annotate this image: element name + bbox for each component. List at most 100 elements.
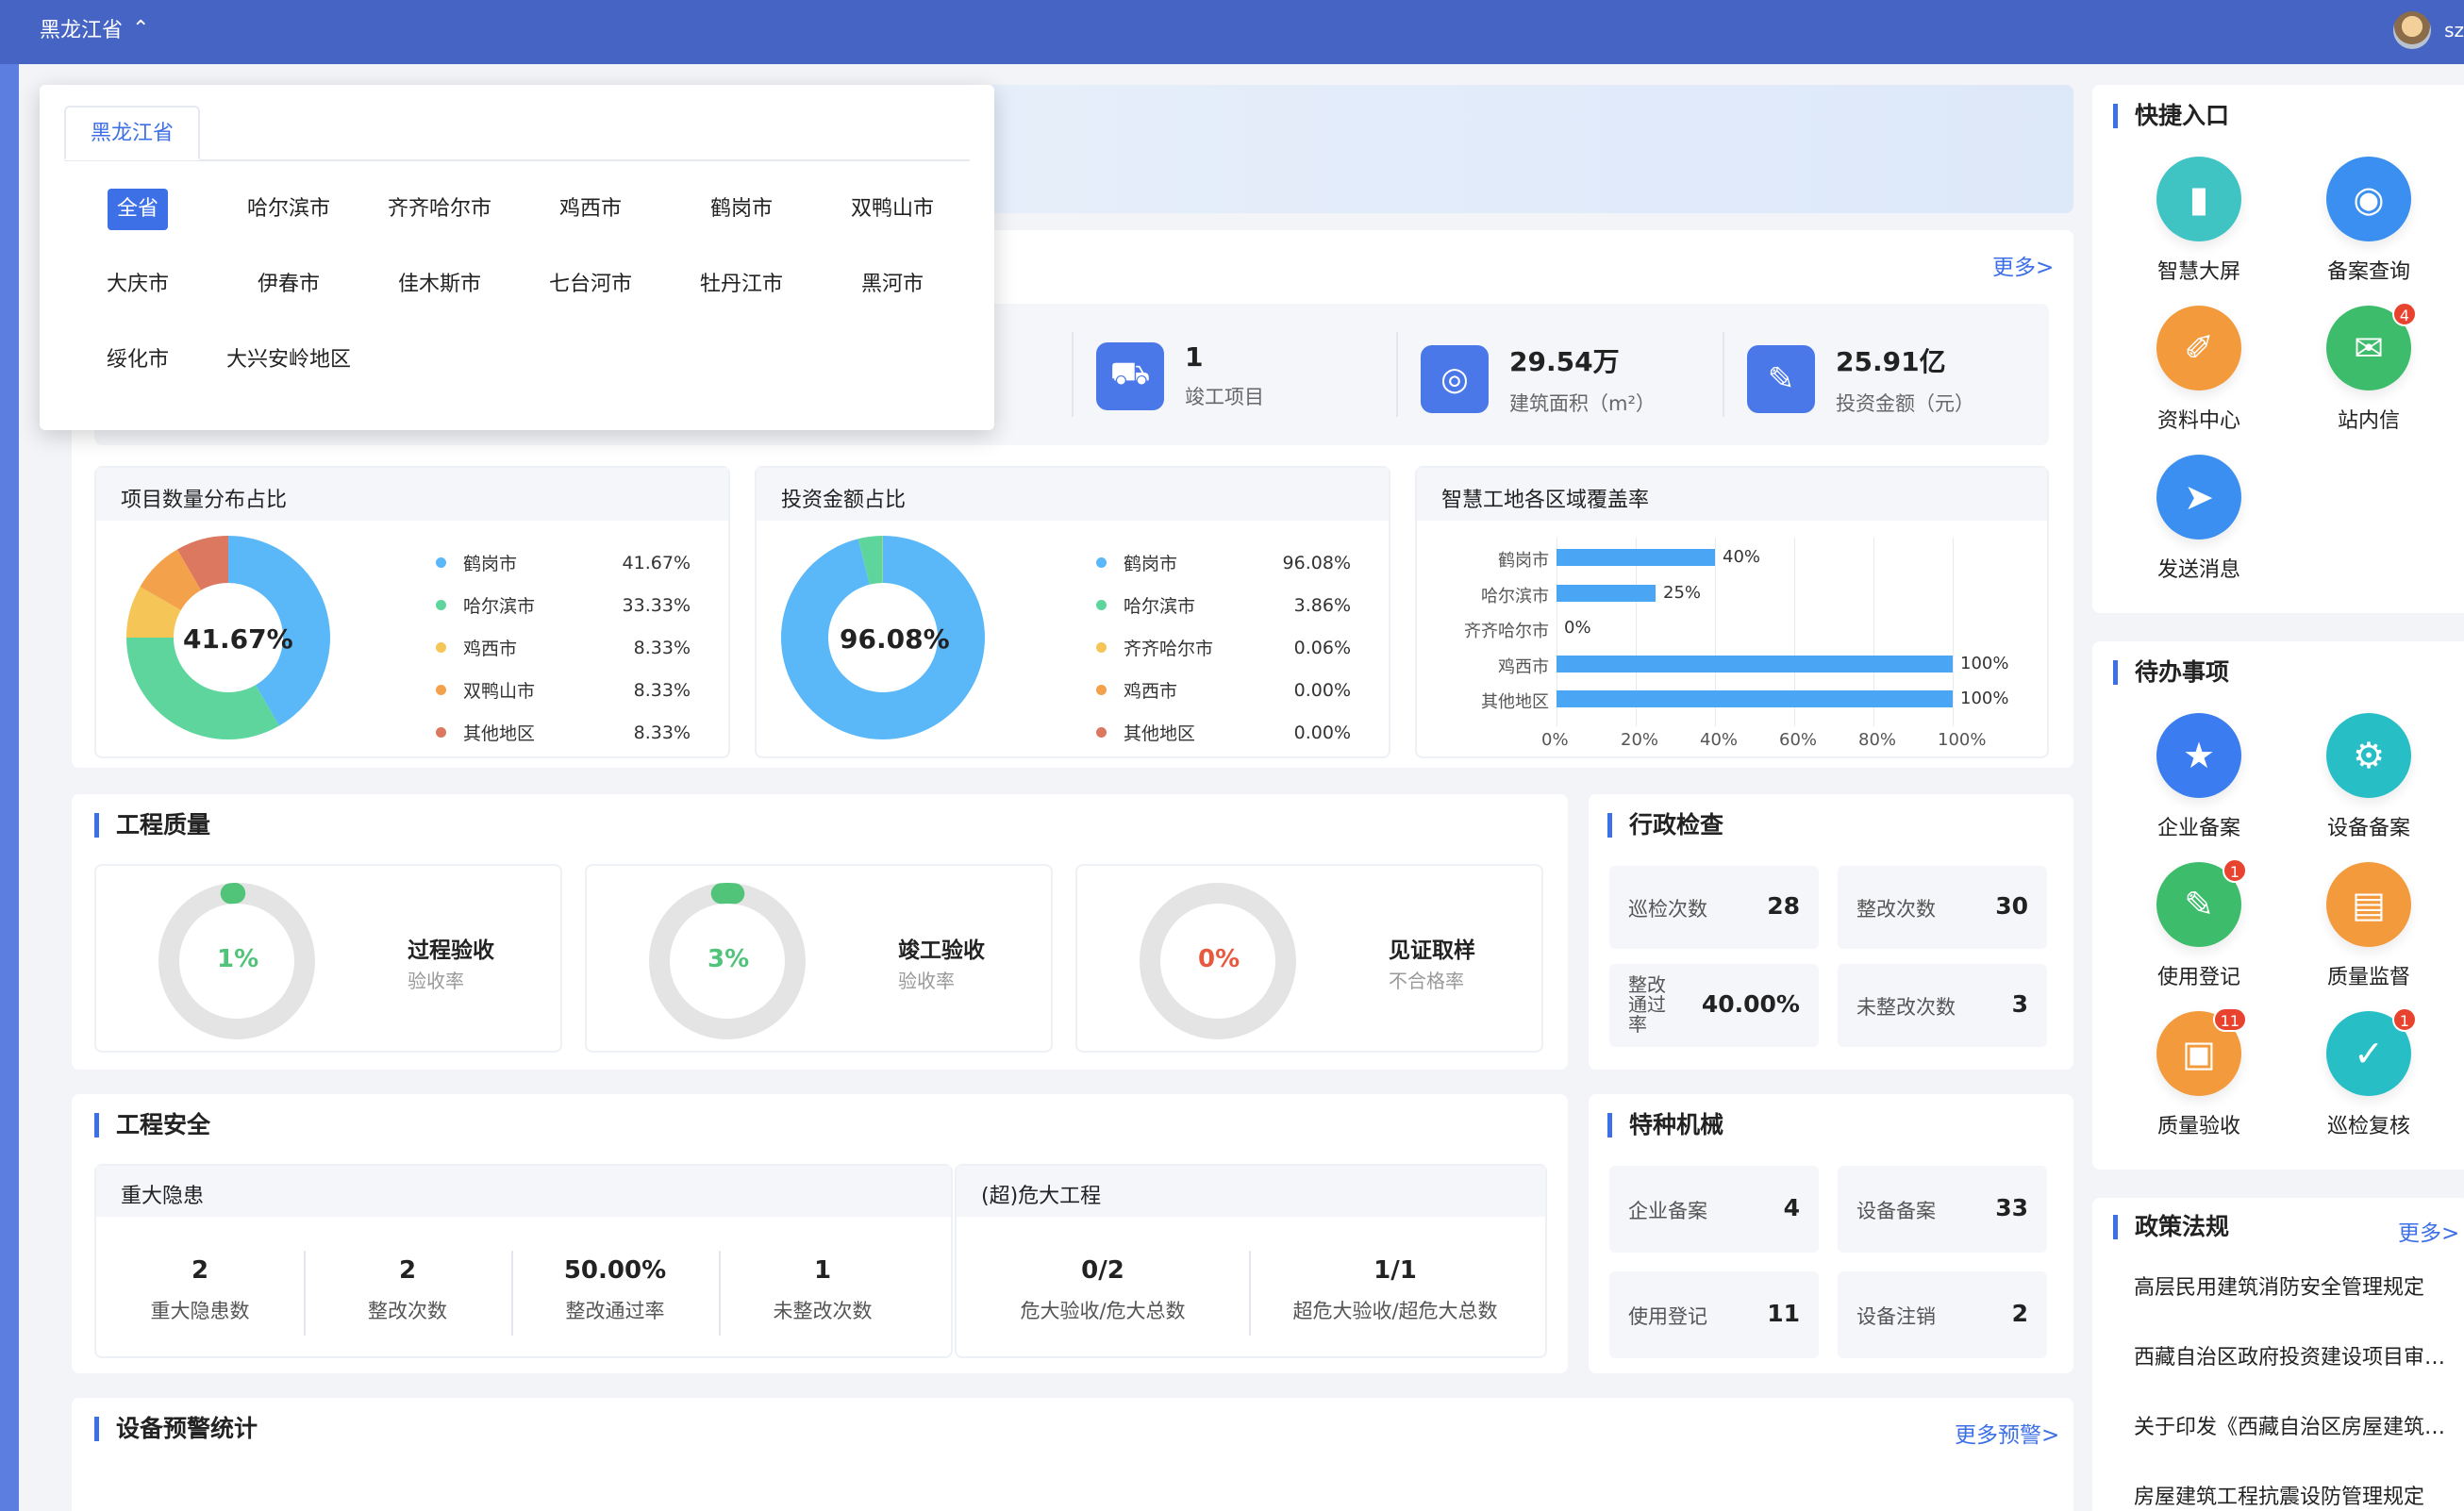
- gauge-value: 0%: [1198, 945, 1240, 973]
- x-tick-label: 20%: [1621, 729, 1659, 750]
- city-option[interactable]: 齐齐哈尔市: [374, 189, 506, 230]
- y-category-label: 齐齐哈尔市: [1464, 622, 1549, 641]
- city-option[interactable]: 绥化市: [72, 340, 204, 381]
- cell-label: 整改通过率: [1628, 973, 1666, 1036]
- coverage-bar[interactable]: [1557, 690, 1953, 707]
- policy-item[interactable]: 高层民用建筑消防安全管理规定: [2134, 1270, 2455, 1301]
- cell-label: 设备备案: [1856, 1200, 1936, 1222]
- kpi: 0/2 危大验收/危大总数: [957, 1256, 1249, 1324]
- project-legend: 鹤岗市 41.67% 哈尔滨市 33.33% 鸡西市 8.33% 双鸭山市 8.33% 其他地区…: [436, 541, 691, 754]
- city-option[interactable]: 鹤岗市: [675, 189, 807, 230]
- city-option[interactable]: 牡丹江市: [675, 264, 807, 306]
- legend-label: 鸡西市: [463, 639, 518, 659]
- machinery-card: 特种机械 企业备案 4 设备备案 33 使用登记 11 设备注销 2: [1589, 1094, 2073, 1373]
- legend-label: 其他地区: [463, 723, 536, 744]
- shortcut-stamp[interactable]: ▣ 11 质量验收: [2128, 1007, 2270, 1139]
- legend-dot: [1096, 727, 1107, 738]
- province-selector[interactable]: 黑龙江省 ⌃: [40, 13, 149, 43]
- legend-item[interactable]: 鹤岗市 41.67%: [436, 541, 691, 584]
- safety-card: 工程安全 重大隐患 2 重大隐患数 2 整改次数 50.00% 整改通过率 1 未整改次…: [72, 1094, 1568, 1373]
- machinery-cell[interactable]: 企业备案 4: [1609, 1166, 1819, 1253]
- legend-item[interactable]: 其他地区 0.00%: [1096, 711, 1351, 754]
- gauge-title: 过程验收: [408, 938, 494, 963]
- quality-gauge-card[interactable]: 3% 竣工验收 验收率: [585, 864, 1053, 1053]
- overview-more-link[interactable]: 更多>: [1992, 249, 2054, 281]
- legend-item[interactable]: 哈尔滨市 3.86%: [1096, 584, 1351, 626]
- coverage-bar[interactable]: [1557, 655, 1953, 672]
- stat-label: 建筑面积（m²）: [1509, 392, 1656, 415]
- province-dropdown: 黑龙江省 全省 哈尔滨市 齐齐哈尔市 鸡西市 鹤岗市 双鸭山市大庆市 伊春市 佳木斯市 七台河市…: [40, 85, 994, 430]
- shortcut-label: 备案查询: [2326, 260, 2410, 284]
- shortcut-dashboard[interactable]: ▮ 智慧大屏: [2128, 157, 2270, 285]
- policy-item[interactable]: 房屋建筑工程抗震设防管理规定: [2134, 1480, 2455, 1510]
- policy-item[interactable]: 关于印发《西藏自治区房屋建筑…: [2134, 1410, 2455, 1440]
- legend-item[interactable]: 哈尔滨市 33.33%: [436, 584, 691, 626]
- shortcut-search-record[interactable]: ◉ 备案查询: [2298, 157, 2439, 285]
- stamp-icon: ▣ 11: [2156, 1007, 2247, 1096]
- quality-gauge-card[interactable]: 1% 过程验收 验收率: [94, 864, 562, 1053]
- shortcut-gear[interactable]: ⚙ 设备备案: [2298, 713, 2439, 841]
- legend-dot: [436, 727, 446, 738]
- legend-dot: [1096, 557, 1107, 568]
- donut-center-label: 41.67%: [183, 623, 293, 655]
- city-option[interactable]: 哈尔滨市: [223, 189, 355, 230]
- kpi-label: 危大验收/危大总数: [1020, 1300, 1186, 1322]
- avatar[interactable]: [2393, 11, 2432, 49]
- notification-badge: 11: [2212, 1007, 2247, 1032]
- left-sidebar-strip: [0, 64, 19, 1511]
- shortcut-edit[interactable]: ✎ 1 使用登记: [2128, 858, 2270, 990]
- legend-item[interactable]: 鹤岗市 96.08%: [1096, 541, 1351, 584]
- machinery-cell[interactable]: 设备注销 2: [1838, 1271, 2047, 1358]
- cell-label: 设备注销: [1856, 1305, 1936, 1328]
- coverage-bar[interactable]: [1557, 584, 1656, 602]
- quality-gauge-card[interactable]: 0% 见证取样 不合格率: [1075, 864, 1543, 1053]
- kpi-label: 未整改次数: [773, 1300, 873, 1322]
- city-option[interactable]: 佳木斯市: [374, 264, 506, 306]
- legend-item[interactable]: 双鸭山市 8.33%: [436, 669, 691, 711]
- kpi-label: 整改次数: [368, 1300, 447, 1322]
- shortcut-paperclip[interactable]: ✐ 资料中心: [2128, 306, 2270, 434]
- shortcut-clipboard[interactable]: ✓ 1 巡检复核: [2298, 1007, 2439, 1139]
- tab-province[interactable]: 黑龙江省: [64, 106, 200, 160]
- device-warning-card: 设备预警统计 更多预警>: [72, 1398, 2073, 1511]
- policy-more-link[interactable]: 更多>: [2398, 1215, 2459, 1247]
- city-option[interactable]: 大庆市: [72, 264, 204, 306]
- kpi: 1/1 超危大验收/超危大总数: [1249, 1256, 1541, 1324]
- clipboard-icon: ✓ 1: [2326, 1007, 2417, 1096]
- machinery-cell[interactable]: 使用登记 11: [1609, 1271, 1819, 1358]
- critical-project-panel: (超)危大工程 0/2 危大验收/危大总数 1/1 超危大验收/超危大总数: [955, 1164, 1547, 1358]
- city-option[interactable]: 双鸭山市: [826, 189, 958, 230]
- coverage-bar[interactable]: [1557, 549, 1715, 566]
- legend-item[interactable]: 鸡西市 8.33%: [436, 626, 691, 669]
- shortcut-send[interactable]: ➤ 发送消息: [2128, 455, 2270, 583]
- kpi: 2 整改次数: [304, 1256, 511, 1324]
- section-title: 工程质量: [94, 813, 210, 838]
- legend-value: 8.33%: [633, 679, 691, 701]
- shortcut-mail[interactable]: ✉ 4 站内信: [2298, 302, 2439, 434]
- panel-title: 项目数量分布占比: [96, 468, 728, 521]
- legend-value: 0.06%: [1293, 637, 1351, 658]
- shortcut-folder[interactable]: ▤ 质量监督: [2298, 862, 2439, 990]
- city-option[interactable]: 大兴安岭地区: [223, 340, 355, 381]
- policy-item[interactable]: 西藏自治区政府投资建设项目审…: [2134, 1340, 2455, 1370]
- city-option[interactable]: 伊春市: [223, 264, 355, 306]
- warning-more-link[interactable]: 更多预警>: [1955, 1417, 2059, 1449]
- legend-label: 鹤岗市: [463, 554, 518, 574]
- x-tick-label: 100%: [1938, 729, 1987, 750]
- city-option[interactable]: 鸡西市: [524, 189, 657, 230]
- city-option[interactable]: 七台河市: [524, 264, 657, 306]
- legend-item[interactable]: 鸡西市 0.00%: [1096, 669, 1351, 711]
- gauge-subtitle: 不合格率: [1389, 970, 1464, 992]
- kpi-value: 2: [398, 1256, 417, 1285]
- machinery-cell[interactable]: 设备备案 33: [1838, 1166, 2047, 1253]
- city-option[interactable]: 黑河市: [826, 264, 958, 306]
- x-tick-label: 0%: [1541, 729, 1569, 750]
- search-record-icon: ◉: [2326, 157, 2411, 241]
- paperclip-icon: ✐: [2156, 306, 2241, 390]
- legend-item[interactable]: 其他地区 8.33%: [436, 711, 691, 754]
- legend-item[interactable]: 齐齐哈尔市 0.06%: [1096, 626, 1351, 669]
- user-menu[interactable]: sz: [2393, 11, 2464, 49]
- shortcut-shield[interactable]: ★ 企业备案: [2128, 713, 2270, 841]
- city-option[interactable]: 全省: [108, 189, 168, 230]
- unrectified-count: 未整改次数 3: [1838, 964, 2047, 1047]
